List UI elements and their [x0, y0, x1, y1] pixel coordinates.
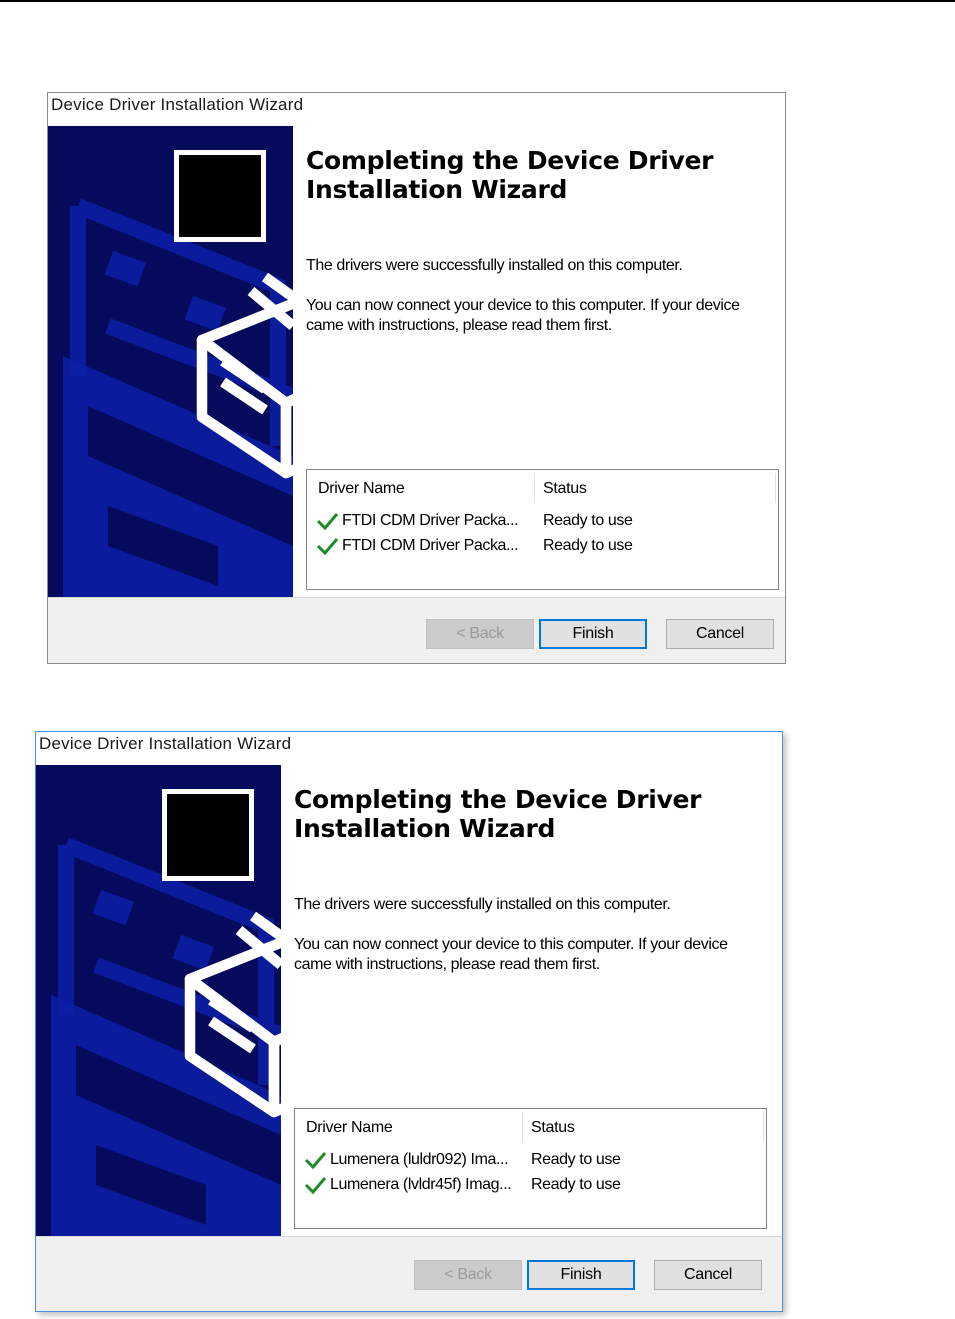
column-header-driver-name[interactable]: Driver Name — [318, 480, 405, 498]
column-header-driver-name[interactable]: Driver Name — [306, 1119, 393, 1137]
back-button[interactable]: < Back — [426, 619, 534, 649]
top-rule — [0, 0, 955, 2]
success-message: The drivers were successfully installed … — [306, 257, 683, 274]
column-divider — [534, 473, 535, 503]
driver-row[interactable]: FTDI CDM Driver Packa... Ready to use — [307, 535, 778, 559]
column-divider — [775, 473, 776, 503]
driver-list[interactable]: Driver Name Status FTDI CDM Driver Packa… — [306, 469, 779, 590]
button-bar: < Back Finish Cancel — [48, 597, 785, 663]
checkmark-icon — [304, 1152, 327, 1170]
window-title: Device Driver Installation Wizard — [51, 95, 304, 114]
driver-name: FTDI CDM Driver Packa... — [342, 537, 519, 554]
window-title: Device Driver Installation Wizard — [39, 734, 292, 753]
driver-row[interactable]: FTDI CDM Driver Packa... Ready to use — [307, 510, 778, 534]
driver-name: Lumenera (lvldr45f) Imag... — [330, 1176, 512, 1193]
list-header: Driver Name Status — [307, 470, 778, 504]
wizard-banner — [48, 126, 293, 597]
finish-button[interactable]: Finish — [527, 1260, 635, 1290]
instruction-message: You can now connect your device to this … — [294, 936, 728, 973]
button-bar: < Back Finish Cancel — [36, 1236, 782, 1311]
success-message: The drivers were successfully installed … — [294, 896, 671, 913]
wizard-dialog-lumenera: Device Driver Installation Wizard Comple… — [35, 731, 783, 1312]
driver-name: FTDI CDM Driver Packa... — [342, 512, 519, 529]
cancel-button[interactable]: Cancel — [666, 619, 774, 649]
driver-row[interactable]: Lumenera (lvldr45f) Imag... Ready to use — [295, 1174, 766, 1198]
column-divider — [763, 1112, 764, 1142]
checkmark-icon — [304, 1177, 327, 1195]
driver-status: Ready to use — [531, 1176, 621, 1193]
list-header: Driver Name Status — [295, 1109, 766, 1143]
column-divider — [522, 1112, 523, 1142]
driver-name: Lumenera (luldr092) Ima... — [330, 1151, 509, 1168]
wizard-banner — [36, 765, 281, 1236]
driver-status: Ready to use — [543, 537, 633, 554]
column-header-status[interactable]: Status — [531, 1119, 575, 1137]
wizard-dialog-ftdi: Device Driver Installation Wizard Comple… — [47, 92, 786, 664]
driver-list[interactable]: Driver Name Status Lumenera (luldr092) I… — [294, 1108, 767, 1229]
column-header-status[interactable]: Status — [543, 480, 587, 498]
page-heading: Completing the Device Driver Installatio… — [306, 146, 714, 204]
back-button[interactable]: < Back — [414, 1260, 522, 1290]
instruction-message: You can now connect your device to this … — [306, 297, 740, 334]
driver-row[interactable]: Lumenera (luldr092) Ima... Ready to use — [295, 1149, 766, 1173]
hardware-install-icon — [162, 789, 281, 1118]
page-heading: Completing the Device Driver Installatio… — [294, 785, 702, 843]
cancel-button[interactable]: Cancel — [654, 1260, 762, 1290]
hardware-install-icon — [174, 150, 293, 479]
checkmark-icon — [316, 538, 339, 556]
finish-button[interactable]: Finish — [539, 619, 647, 649]
checkmark-icon — [316, 513, 339, 531]
driver-status: Ready to use — [543, 512, 633, 529]
driver-status: Ready to use — [531, 1151, 621, 1168]
